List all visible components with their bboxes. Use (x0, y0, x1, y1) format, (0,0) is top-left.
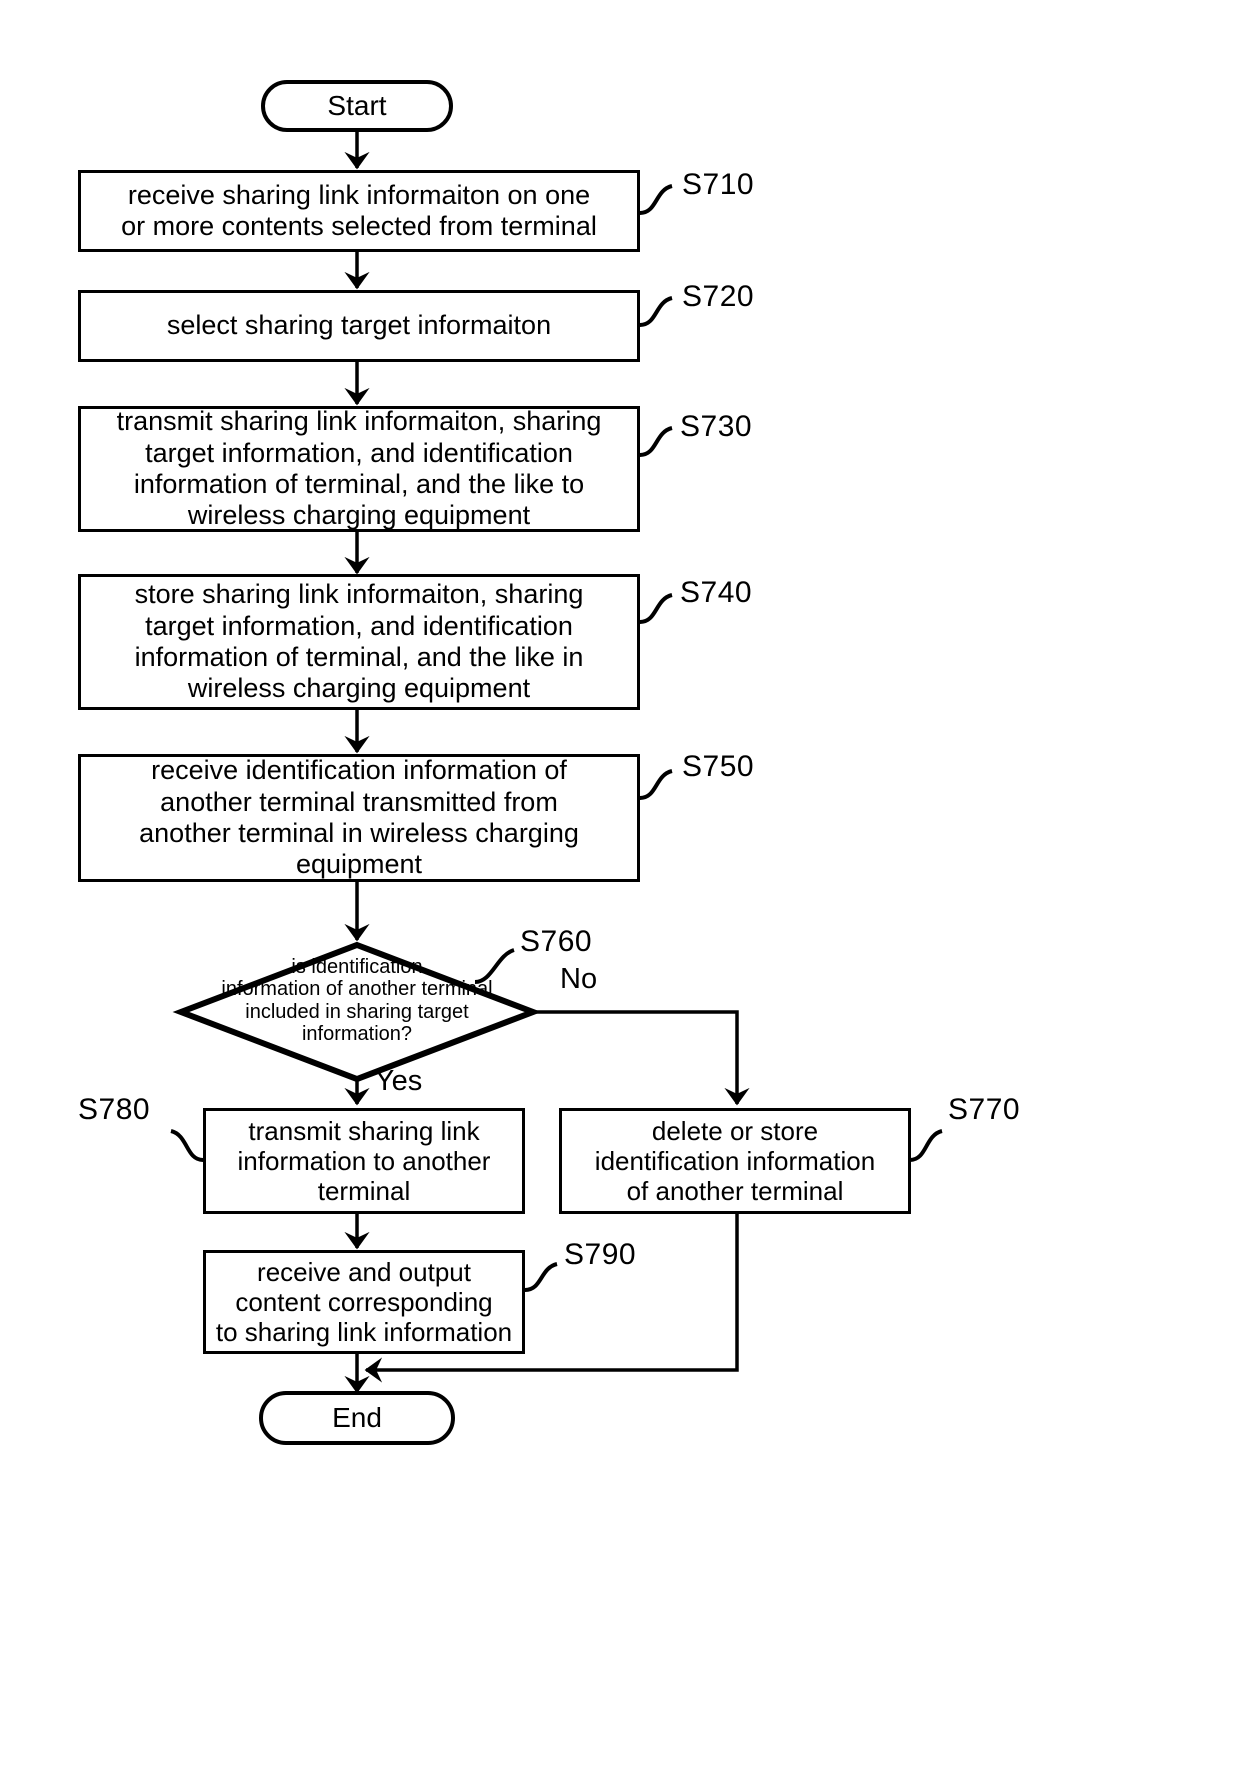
node-s720: select sharing target informaiton (78, 290, 640, 362)
leader-s780 (170, 1129, 204, 1162)
node-s790: receive and output content corresponding… (203, 1250, 525, 1354)
step-ref-s790: S790 (564, 1238, 637, 1271)
node-s730: transmit sharing link informaiton, shari… (78, 406, 640, 532)
step-ref-s780: S780 (78, 1093, 151, 1126)
decision-diamond-s760 (172, 941, 542, 1083)
node-s770: delete or store identification informati… (559, 1108, 911, 1214)
node-s740-label: store sharing link informaiton, sharing … (134, 579, 584, 704)
leader-s710 (639, 184, 673, 215)
flowchart-canvas: Start receive sharing link informaiton o… (0, 0, 1240, 1785)
branch-label-yes: Yes (375, 1065, 423, 1097)
node-start: Start (261, 80, 453, 132)
leader-s760 (474, 948, 515, 984)
node-end: End (259, 1391, 455, 1445)
connector-no-to-s770 (533, 1010, 750, 1106)
node-s740: store sharing link informaiton, sharing … (78, 574, 640, 710)
step-ref-s770: S770 (948, 1093, 1021, 1126)
leader-s770 (909, 1129, 943, 1162)
leader-s720 (639, 296, 673, 327)
leader-s740 (639, 593, 673, 624)
step-ref-s710: S710 (682, 168, 755, 201)
branch-label-no: No (560, 963, 598, 995)
node-end-label: End (332, 1401, 382, 1433)
node-s780: transmit sharing link information to ano… (203, 1108, 525, 1214)
leader-s730 (639, 426, 673, 457)
connector-layer (170, 130, 943, 1394)
node-s710: receive sharing link informaiton on one … (78, 170, 640, 252)
node-s720-label: select sharing target informaiton (166, 310, 552, 341)
node-s790-label: receive and output content corresponding… (215, 1256, 513, 1348)
step-ref-s760: S760 (520, 925, 593, 958)
leader-s750 (639, 769, 673, 800)
node-s730-label: transmit sharing link informaiton, shari… (116, 406, 602, 531)
node-s710-label: receive sharing link informaiton on one … (121, 179, 597, 241)
step-ref-s730: S730 (680, 410, 753, 443)
node-s750: receive identification information of an… (78, 754, 640, 882)
node-s770-label: delete or store identification informati… (594, 1115, 876, 1207)
node-start-label: Start (327, 89, 387, 121)
step-ref-s720: S720 (682, 280, 755, 313)
step-ref-s750: S750 (682, 750, 755, 783)
node-s780-label: transmit sharing link information to ano… (237, 1115, 491, 1207)
node-s750-label: receive identification information of an… (139, 755, 579, 880)
step-ref-s740: S740 (680, 576, 753, 609)
leader-s790 (524, 1262, 558, 1292)
